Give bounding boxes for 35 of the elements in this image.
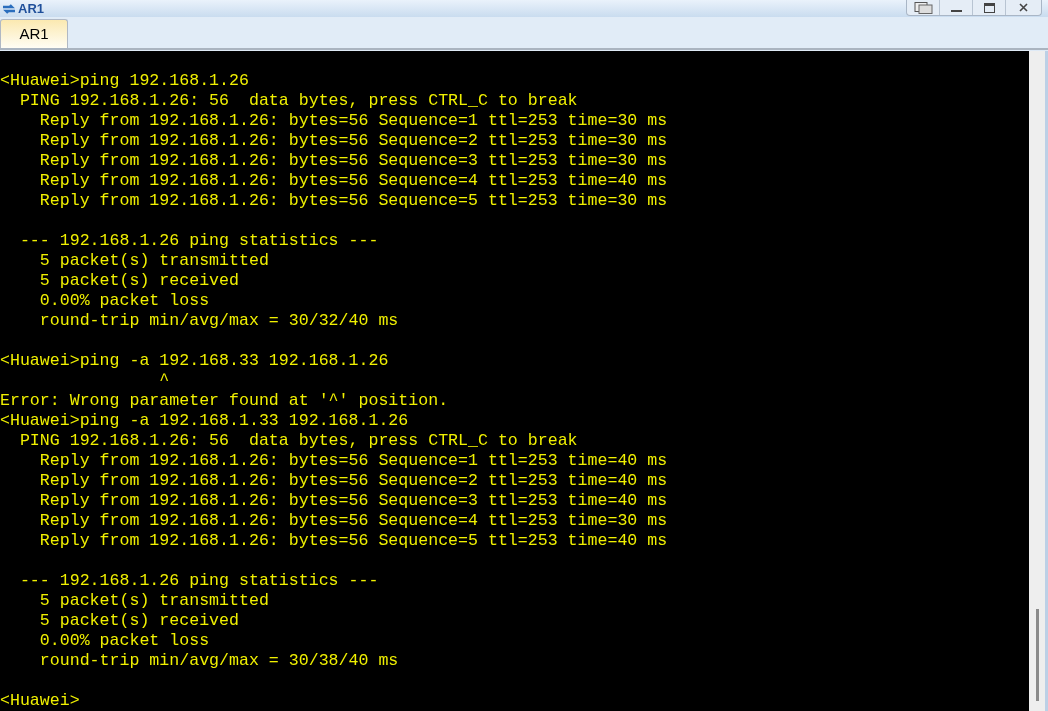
minimize-icon — [950, 10, 962, 12]
terminal-line: Reply from 192.168.1.26: bytes=56 Sequence=1 ttl=253 time=30 ms — [38, 111, 668, 131]
terminal-line: Error: Wrong parameter found at '^' position. — [0, 391, 449, 411]
scrollbar[interactable] — [1029, 51, 1048, 711]
terminal-line: Reply from 192.168.1.26: bytes=56 Sequence=1 ttl=253 time=40 ms — [38, 451, 668, 471]
terminal-line: <Huawei>ping -a 192.168.1.33 192.168.1.26 — [0, 411, 409, 431]
terminal-line: --- 192.168.1.26 ping statistics --- — [18, 231, 379, 251]
terminal-line: round-trip min/avg/max = 30/38/40 ms — [38, 651, 399, 671]
terminal-line: Reply from 192.168.1.26: bytes=56 Sequence=4 ttl=253 time=40 ms — [38, 171, 668, 191]
terminal-line: Reply from 192.168.1.26: bytes=56 Sequence=5 ttl=253 time=40 ms — [38, 531, 668, 551]
terminal-line: ^ — [158, 371, 170, 391]
scrollbar-thumb[interactable] — [1036, 609, 1039, 701]
tab[interactable]: AR1 — [0, 19, 68, 48]
terminal-line: Reply from 192.168.1.26: bytes=56 Sequence=2 ttl=253 time=40 ms — [38, 471, 668, 491]
terminal-line: Reply from 192.168.1.26: bytes=56 Sequence=4 ttl=253 time=30 ms — [38, 511, 668, 531]
terminal-line: Reply from 192.168.1.26: bytes=56 Sequence=3 ttl=253 time=30 ms — [38, 151, 668, 171]
terminal-line: 5 packet(s) received — [38, 611, 239, 631]
maximize-icon — [983, 2, 995, 13]
terminal-line: 5 packet(s) transmitted — [38, 591, 269, 611]
terminal-line: <Huawei> — [0, 691, 80, 711]
terminal-line: round-trip min/avg/max = 30/32/40 ms — [38, 311, 399, 331]
terminal-line: 0.00% packet loss — [38, 291, 210, 311]
window-title: AR1 — [18, 2, 44, 15]
terminal-line: 5 packet(s) received — [38, 271, 239, 291]
terminal-line: Reply from 192.168.1.26: bytes=56 Sequence=2 ttl=253 time=30 ms — [38, 131, 668, 151]
terminal-line: <Huawei>ping 192.168.1.26 — [0, 71, 249, 91]
terminal-line: 0.00% packet loss — [38, 631, 210, 651]
terminal-line: Reply from 192.168.1.26: bytes=56 Sequence=5 ttl=253 time=30 ms — [38, 191, 668, 211]
terminal-line: Reply from 192.168.1.26: bytes=56 Sequence=3 ttl=253 time=40 ms — [38, 491, 668, 511]
close-icon — [1019, 3, 1028, 12]
terminal-line: 5 packet(s) transmitted — [38, 251, 269, 271]
terminal-line: PING 192.168.1.26: 56 data bytes, press CTRL_C to break — [18, 431, 578, 451]
terminal-line: PING 192.168.1.26: 56 data bytes, press CTRL_C to break — [18, 91, 578, 111]
terminal-line: --- 192.168.1.26 ping statistics --- — [18, 571, 379, 591]
terminal-line: <Huawei>ping -a 192.168.33 192.168.1.26 — [0, 351, 389, 371]
